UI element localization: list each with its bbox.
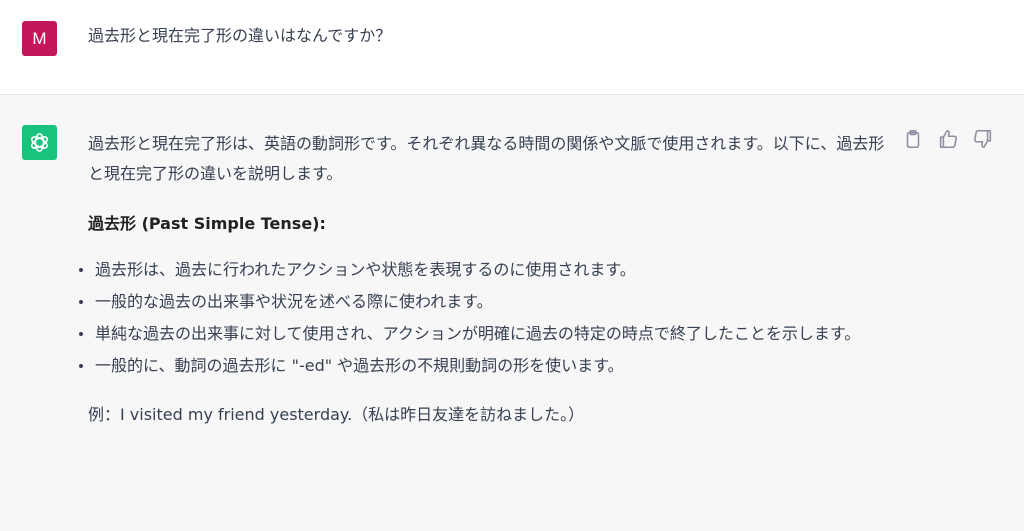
user-message-text: 過去形と現在完了形の違いはなんですか？ xyxy=(88,26,392,45)
list-item: 過去形は、過去に行われたアクションや状態を表現するのに使用されます。 xyxy=(79,255,885,285)
list-item: 一般的な過去の出来事や状況を述べる際に使われます。 xyxy=(79,287,885,317)
section-heading: 過去形 (Past Simple Tense): xyxy=(88,214,326,233)
list-item: 単純な過去の出来事に対して使用され、アクションが明確に過去の特定の時点で終了した… xyxy=(79,319,885,349)
bullet-list: 過去形は、過去に行われたアクションや状態を表現するのに使用されます。 一般的な過… xyxy=(79,255,888,381)
user-message-row: M 過去形と現在完了形の違いはなんですか？ xyxy=(0,0,1024,95)
list-item: 一般的に、動詞の過去形に "-ed" や過去形の不規則動詞の形を使います。 xyxy=(79,351,885,381)
assistant-message-content: 過去形と現在完了形は、英語の動詞形です。それぞれ異なる時間の関係や文脈で使用され… xyxy=(79,129,888,430)
message-actions xyxy=(902,128,997,150)
example-sentence: 例：I visited my friend yesterday.（私は昨日友達を… xyxy=(88,405,585,424)
clipboard-icon[interactable] xyxy=(902,128,924,150)
user-avatar: M xyxy=(22,21,57,56)
intro-paragraph: 過去形と現在完了形は、英語の動詞形です。それぞれ異なる時間の関係や文脈で使用され… xyxy=(88,134,885,183)
thumbs-up-icon[interactable] xyxy=(937,128,959,150)
assistant-message-row: 過去形と現在完了形は、英語の動詞形です。それぞれ異なる時間の関係や文脈で使用され… xyxy=(0,95,1024,531)
openai-logo-icon xyxy=(30,133,49,152)
assistant-avatar xyxy=(22,125,57,160)
thumbs-down-icon[interactable] xyxy=(972,128,994,150)
